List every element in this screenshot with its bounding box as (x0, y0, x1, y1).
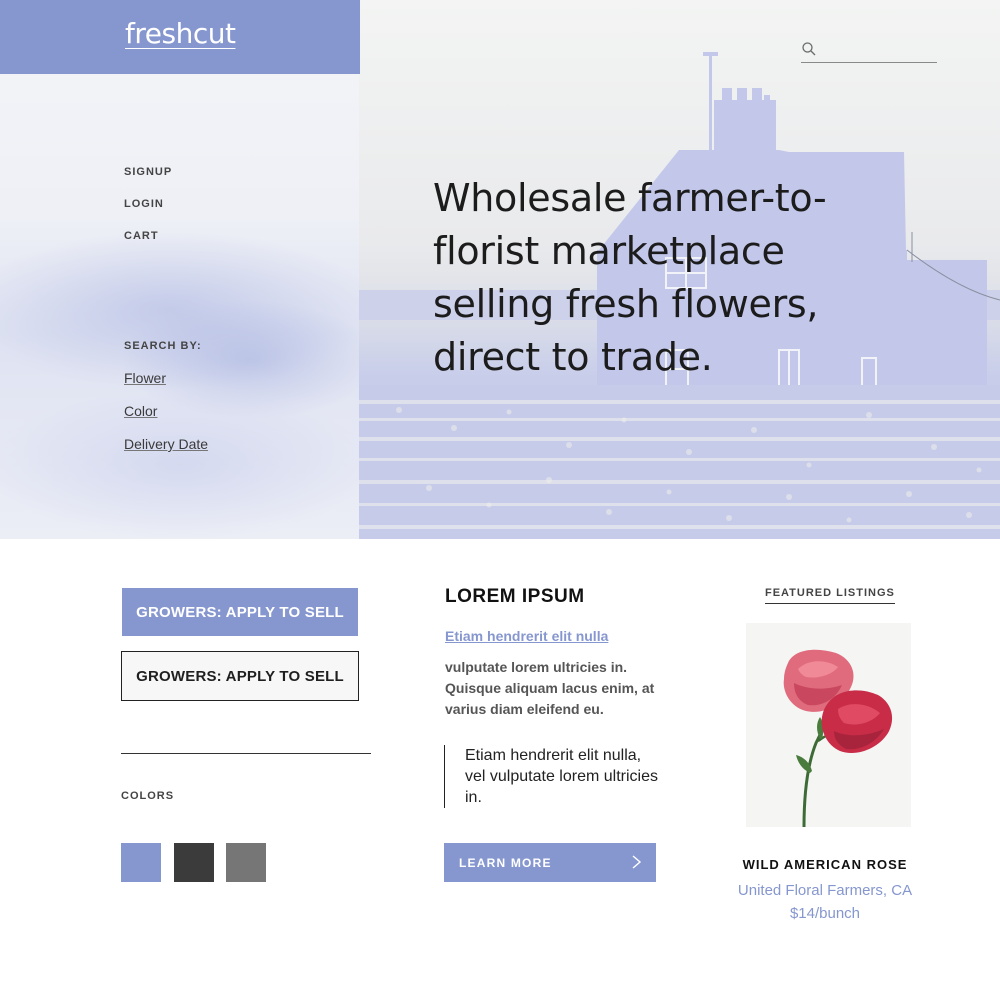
hero-headline: Wholesale farmer-to-florist marketplace … (433, 176, 827, 379)
search-by-flower-link[interactable]: Flower (124, 370, 208, 403)
colors-label: COLORS (121, 790, 175, 802)
rose-photo (783, 649, 893, 828)
search-by-delivery-date-link[interactable]: Delivery Date (124, 436, 208, 469)
article-body: vulputate lorem ultricies in. Quisque al… (445, 659, 655, 717)
growers-apply-outline-button[interactable]: GROWERS: APPLY TO SELL (121, 651, 359, 701)
search-input[interactable] (821, 41, 935, 61)
product-image[interactable] (746, 623, 911, 828)
account-nav: SIGNUP LOGIN CART (124, 166, 172, 262)
color-swatch (174, 843, 214, 882)
color-swatch (121, 843, 161, 882)
search-by-label: SEARCH BY: (124, 340, 202, 352)
learn-more-label: LEARN MORE (459, 855, 552, 870)
divider (121, 753, 371, 754)
featured-listings-label: FEATURED LISTINGS (765, 587, 895, 604)
search-icon[interactable] (801, 41, 817, 57)
search-by-color-link[interactable]: Color (124, 403, 208, 436)
nav-signup-link[interactable]: SIGNUP (124, 166, 172, 198)
search-by-nav: SEARCH BY: Flower Color Delivery Date (124, 340, 208, 469)
brand-block: freshcut (0, 0, 360, 74)
article-link[interactable]: Etiam hendrerit elit nulla (445, 628, 608, 644)
product-price: $14/bunch (789, 905, 861, 922)
product-name[interactable]: WILD AMERICAN ROSE (700, 857, 950, 872)
chevron-right-icon (632, 855, 642, 869)
color-swatch (226, 843, 266, 882)
article-title: LOREM IPSUM (445, 586, 585, 607)
search-bar (801, 41, 937, 63)
growers-apply-button[interactable]: GROWERS: APPLY TO SELL (122, 588, 358, 636)
product-farm: United Floral Farmers, CA (737, 882, 913, 899)
logo[interactable]: freshcut (125, 17, 236, 50)
nav-cart-link[interactable]: CART (124, 230, 172, 262)
learn-more-button[interactable]: LEARN MORE (444, 843, 656, 882)
article-quote: Etiam hendrerit elit nulla, vel vulputat… (444, 745, 664, 808)
nav-login-link[interactable]: LOGIN (124, 198, 172, 230)
